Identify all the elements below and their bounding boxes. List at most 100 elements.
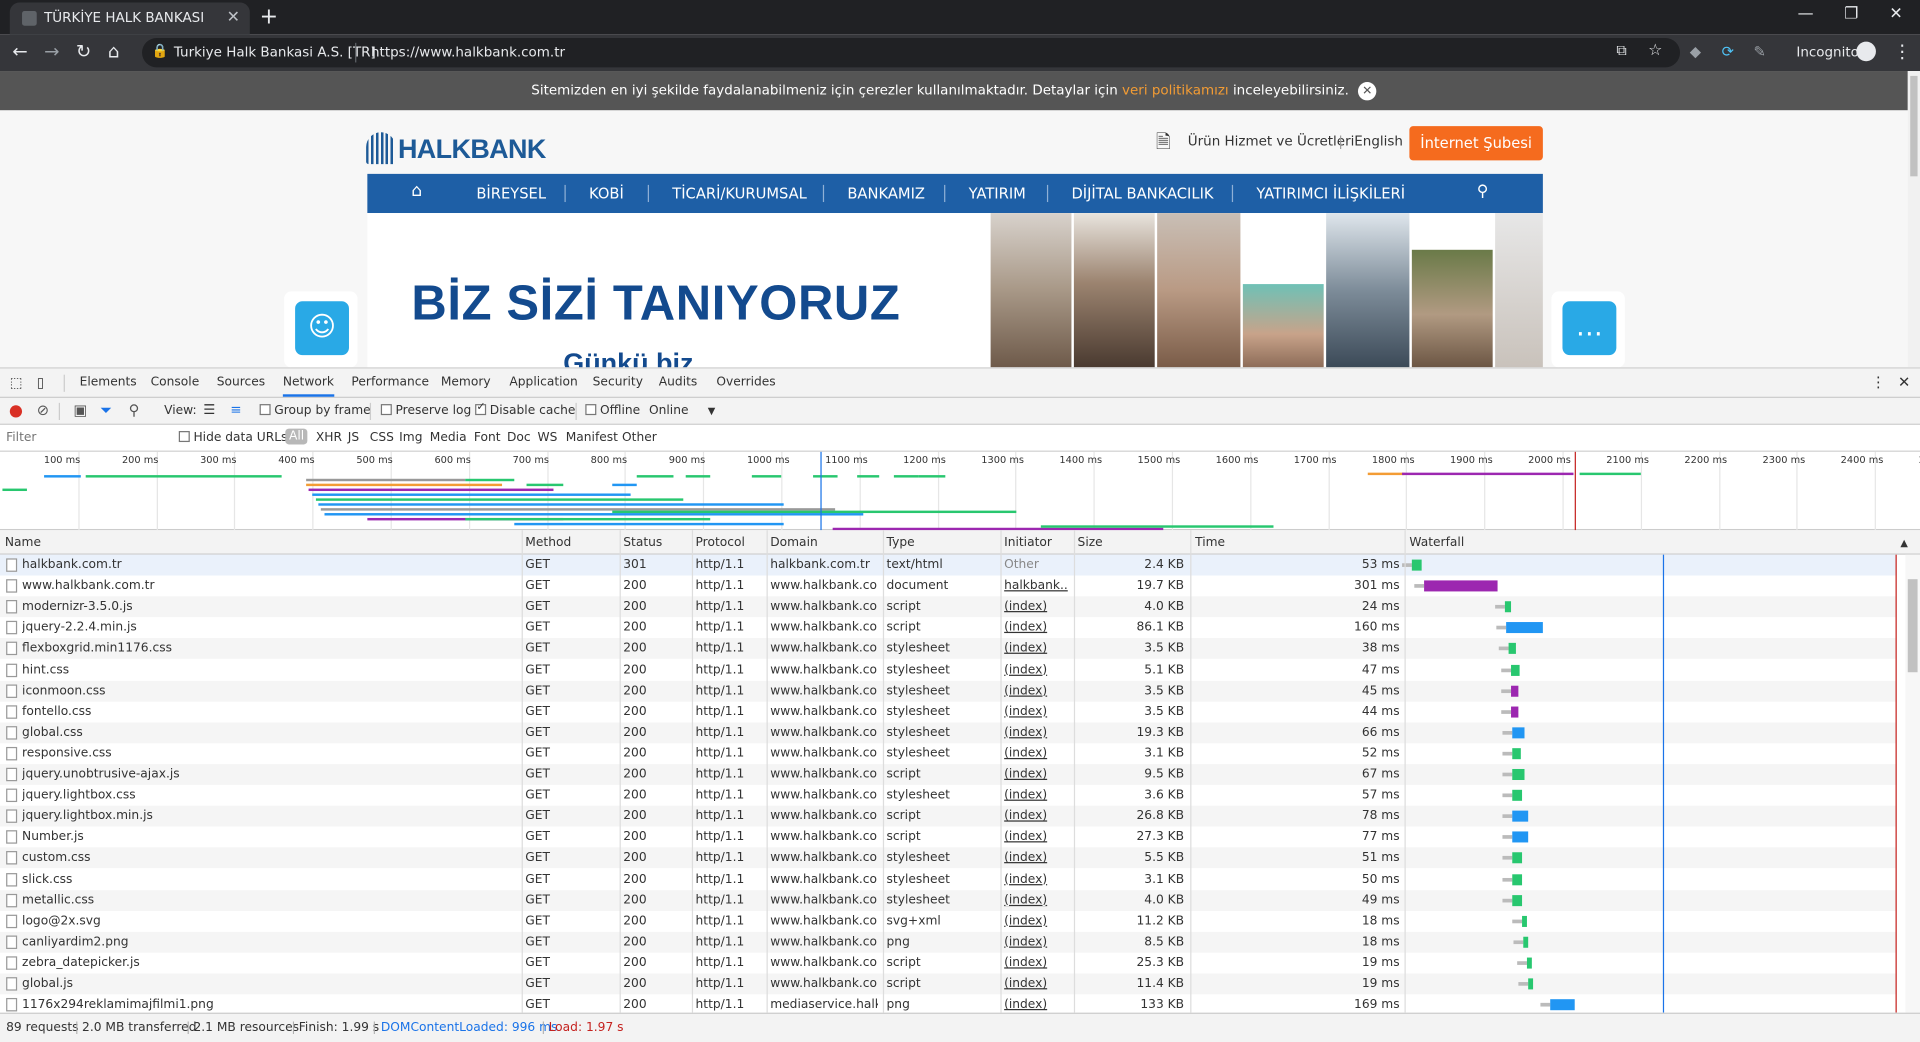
tab-console[interactable]: Console bbox=[151, 376, 200, 389]
search-network-icon[interactable]: ⚲ bbox=[129, 402, 140, 419]
cell-initiator[interactable]: (index) bbox=[1004, 768, 1068, 781]
reload-icon[interactable]: ↻ bbox=[76, 40, 91, 62]
nav-dijital[interactable]: DİJİTAL BANKACILIK bbox=[1071, 185, 1213, 202]
overview-icon[interactable]: ≡ bbox=[230, 402, 241, 418]
url-text[interactable]: https://www.halkbank.com.tr bbox=[371, 44, 565, 60]
tab-performance[interactable]: Performance bbox=[351, 376, 429, 389]
table-row[interactable]: metallic.css GET 200 http/1.1 www.halkbank.c… bbox=[0, 889, 1896, 911]
col-protocol[interactable]: Protocol bbox=[696, 536, 745, 549]
col-status[interactable]: Status bbox=[623, 536, 662, 549]
assistant-widget[interactable]: ☺ bbox=[284, 291, 358, 368]
nav-bankamiz[interactable]: BANKAMIZ bbox=[847, 185, 925, 202]
col-type[interactable]: Type bbox=[887, 536, 915, 549]
halkbank-logo[interactable]: HALKBANK bbox=[366, 132, 546, 165]
table-row[interactable]: halkbank.com.tr GET 301 http/1.1 halkbank.co… bbox=[0, 554, 1896, 576]
menu-kebab-icon[interactable]: ⋮ bbox=[1893, 40, 1911, 62]
table-row[interactable]: www.halkbank.com.tr GET 200 http/1.1 www.hal… bbox=[0, 576, 1896, 597]
cell-initiator[interactable]: (index) bbox=[1004, 852, 1068, 865]
filter-manifest[interactable]: Manifest bbox=[566, 431, 618, 444]
chat-widget[interactable]: … bbox=[1551, 291, 1625, 368]
devtools-menu-icon[interactable]: ⋮ bbox=[1871, 373, 1886, 390]
cell-initiator[interactable]: (index) bbox=[1004, 747, 1068, 760]
column-divider[interactable] bbox=[1404, 530, 1406, 1013]
tab-overrides[interactable]: Overrides bbox=[716, 376, 775, 389]
filter-xhr[interactable]: XHR bbox=[316, 431, 342, 444]
col-domain[interactable]: Domain bbox=[770, 536, 818, 549]
tab-security[interactable]: Security bbox=[593, 376, 643, 389]
browser-tab[interactable]: TÜRKİYE HALK BANKASI ✕ bbox=[9, 2, 250, 35]
table-row[interactable]: Number.js GET 200 http/1.1 www.halkbank.co..… bbox=[0, 827, 1896, 848]
device-toolbar-icon[interactable]: ▯ bbox=[37, 375, 44, 391]
col-method[interactable]: Method bbox=[525, 536, 571, 549]
restore-button[interactable]: ❐ bbox=[1844, 5, 1858, 23]
hide-data-urls-checkbox[interactable]: Hide data URLs bbox=[178, 431, 287, 444]
tab-audits[interactable]: Audits bbox=[659, 376, 697, 389]
tab-memory[interactable]: Memory bbox=[441, 376, 491, 389]
column-divider[interactable] bbox=[1190, 530, 1192, 1013]
column-divider[interactable] bbox=[619, 530, 621, 1013]
column-divider[interactable] bbox=[521, 530, 523, 1013]
cell-initiator[interactable]: (index) bbox=[1004, 642, 1068, 655]
table-row[interactable]: global.css GET 200 http/1.1 www.halkbank.co.… bbox=[0, 722, 1896, 744]
extension-sync-icon[interactable]: ⟳ bbox=[1722, 43, 1734, 60]
table-row[interactable]: jquery-2.2.4.min.js GET 200 http/1.1 www.hal… bbox=[0, 618, 1896, 639]
filter-icon[interactable]: ⏷ bbox=[100, 402, 112, 420]
close-window-button[interactable]: ✕ bbox=[1889, 5, 1902, 23]
nav-ticari[interactable]: TİCARİ/KURUMSAL bbox=[672, 185, 807, 202]
cell-initiator[interactable]: (index) bbox=[1004, 705, 1068, 718]
nav-kobi[interactable]: KOBİ bbox=[589, 185, 624, 202]
translate-icon[interactable]: ⧉ bbox=[1616, 42, 1627, 60]
extension-icon[interactable]: ◆ bbox=[1690, 43, 1701, 60]
table-row[interactable]: modernizr-3.5.0.js GET 200 http/1.1 www.halk… bbox=[0, 596, 1896, 618]
nav-bireysel[interactable]: BİREYSEL bbox=[476, 185, 546, 202]
offline-checkbox[interactable]: Offline bbox=[585, 404, 640, 418]
col-time[interactable]: Time bbox=[1195, 536, 1225, 549]
column-divider[interactable] bbox=[766, 530, 768, 1013]
filter-media[interactable]: Media bbox=[430, 431, 467, 444]
cell-initiator[interactable]: (index) bbox=[1004, 621, 1068, 634]
cell-initiator[interactable]: halkbank.... bbox=[1004, 579, 1068, 592]
nav-yatirim[interactable]: YATIRIM bbox=[969, 185, 1026, 202]
cell-initiator[interactable]: (index) bbox=[1004, 726, 1068, 739]
filter-ws[interactable]: WS bbox=[538, 431, 558, 444]
table-row[interactable]: fontello.css GET 200 http/1.1 www.halkbank.c… bbox=[0, 701, 1896, 722]
language-link[interactable]: English bbox=[1354, 133, 1403, 149]
filter-input[interactable] bbox=[2, 427, 167, 449]
throttle-select[interactable]: Online bbox=[649, 404, 689, 417]
incognito-icon[interactable] bbox=[1856, 41, 1876, 62]
cell-initiator[interactable]: (index) bbox=[1004, 998, 1068, 1011]
column-divider[interactable] bbox=[691, 530, 694, 1013]
table-row[interactable]: logo@2x.svg GET 200 http/1.1 www.halkbank.co… bbox=[0, 911, 1896, 932]
tab-sources[interactable]: Sources bbox=[217, 376, 265, 389]
home-icon[interactable]: ⌂ bbox=[108, 40, 120, 62]
col-waterfall[interactable]: Waterfall bbox=[1409, 536, 1464, 549]
column-divider[interactable] bbox=[1073, 530, 1076, 1013]
filter-all[interactable]: All bbox=[285, 428, 308, 445]
page-scrollbar-thumb[interactable] bbox=[1910, 75, 1918, 177]
table-row[interactable]: custom.css GET 200 http/1.1 www.halkbank.co.… bbox=[0, 847, 1896, 869]
tab-application[interactable]: Application bbox=[509, 376, 577, 389]
filter-font[interactable]: Font bbox=[474, 431, 501, 444]
record-icon[interactable] bbox=[9, 405, 23, 418]
address-bar[interactable]: 🔒 Turkiye Halk Bankasi A.S. [TR] https:/… bbox=[142, 37, 1681, 68]
cell-initiator[interactable]: (index) bbox=[1004, 935, 1068, 948]
col-size[interactable]: Size bbox=[1078, 536, 1103, 549]
table-row[interactable]: jquery.lightbox.css GET 200 http/1.1 www.hal… bbox=[0, 785, 1896, 806]
tab-network[interactable]: Network bbox=[282, 376, 335, 397]
clear-icon[interactable]: ⊘ bbox=[37, 402, 49, 419]
column-divider[interactable] bbox=[882, 530, 885, 1013]
forward-icon[interactable]: → bbox=[44, 40, 59, 62]
cell-initiator[interactable]: (index) bbox=[1004, 663, 1068, 676]
new-tab-button[interactable]: + bbox=[260, 4, 278, 30]
disable-cache-checkbox[interactable]: Disable cache bbox=[475, 402, 575, 418]
table-row[interactable]: slick.css GET 200 http/1.1 www.halkbank.co..… bbox=[0, 869, 1896, 890]
cell-initiator[interactable]: (index) bbox=[1004, 956, 1068, 969]
table-row[interactable]: global.js GET 200 http/1.1 www.halkbank.co..… bbox=[0, 973, 1896, 995]
filter-other[interactable]: Other bbox=[622, 431, 657, 444]
preserve-log-checkbox[interactable]: Preserve log bbox=[380, 404, 471, 418]
cookie-policy-link[interactable]: veri politikamızı bbox=[1122, 82, 1229, 98]
group-by-frame-checkbox[interactable]: Group by frame bbox=[259, 404, 371, 418]
table-row[interactable]: flexboxgrid.min1176.css GET 200 http/1.1 www… bbox=[0, 638, 1896, 660]
network-overview-timeline[interactable]: 100 ms 200 ms 300 ms 400 ms 500 ms 600 ms 700 … bbox=[0, 451, 1920, 531]
tab-close-icon[interactable]: ✕ bbox=[227, 9, 240, 27]
